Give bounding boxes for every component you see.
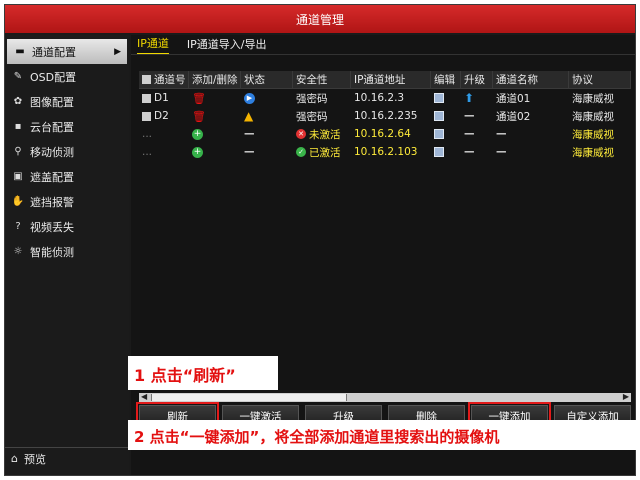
- ptz-icon: ▪: [14, 121, 22, 132]
- not-activated-icon: ✕: [296, 129, 306, 139]
- table-header-row: 通道号 添加/删除 状态 安全性 IP通道地址 编辑 升级 通道名称 协议: [139, 71, 631, 89]
- add-icon[interactable]: +: [192, 146, 203, 158]
- security-value: 强密码: [296, 110, 328, 123]
- motion-icon: ⚲: [14, 146, 22, 157]
- tab-ip-import-export[interactable]: IP通道导入/导出: [187, 36, 267, 54]
- sidebar-item-tamper[interactable]: ✋ 遮挡报警: [5, 189, 129, 214]
- sidebar-item-video-loss[interactable]: ? 视频丢失: [5, 214, 129, 239]
- dash-icon: —: [464, 128, 475, 140]
- header-protocol: 协议: [569, 71, 631, 88]
- sidebar-item-label: 视频丢失: [30, 220, 74, 234]
- edit-icon[interactable]: [434, 93, 444, 103]
- window-title: 通道管理: [5, 5, 635, 33]
- dash-icon: —: [464, 110, 475, 122]
- row-checkbox[interactable]: [142, 93, 151, 103]
- tab-bar: IP通道 IP通道导入/导出: [131, 35, 635, 55]
- protocol-value: 海康威视: [572, 146, 614, 159]
- ip-value: 10.16.2.235: [354, 110, 418, 122]
- channel-management-window: 通道管理 ▬ 通道配置 ▶ ✎ OSD配置 ✿ 图像配置 ▪ 云台配置 ⚲ 移动…: [4, 4, 636, 476]
- dash-icon: —: [244, 128, 255, 140]
- preview-label: 预览: [23, 452, 46, 466]
- ip-value: 10.16.2.103: [354, 146, 418, 158]
- edit-icon[interactable]: [434, 129, 444, 139]
- channel-name: 通道01: [496, 92, 531, 105]
- sidebar-item-motion[interactable]: ⚲ 移动侦测: [5, 139, 129, 164]
- sidebar-item-mask[interactable]: ▣ 遮盖配置: [5, 164, 129, 189]
- sidebar: ▬ 通道配置 ▶ ✎ OSD配置 ✿ 图像配置 ▪ 云台配置 ⚲ 移动侦测 ▣ …: [5, 35, 129, 475]
- sidebar-item-label: 遮盖配置: [30, 170, 74, 184]
- sidebar-item-image[interactable]: ✿ 图像配置: [5, 89, 129, 114]
- dash-icon: —: [496, 128, 507, 140]
- ip-value: 10.16.2.3: [354, 92, 405, 104]
- table-row[interactable]: D1 🗑 ▶ 强密码 10.16.2.3 ⬆ 通道01 海康威视: [139, 89, 631, 107]
- table-row[interactable]: D2 🗑 ▲ 强密码 10.16.2.235 — 通道02 海康威视: [139, 107, 631, 125]
- main-panel: IP通道 IP通道导入/导出 通道号 添加/删除 状态 安全性 IP通道地址 编…: [131, 35, 635, 475]
- delete-icon[interactable]: 🗑: [192, 110, 206, 123]
- security-value: 未激活: [309, 128, 341, 141]
- channel-value: ...: [142, 128, 153, 140]
- header-edit: 编辑: [431, 71, 461, 88]
- tamper-icon: ✋: [11, 196, 25, 207]
- sidebar-item-label: OSD配置: [30, 70, 77, 84]
- scroll-left-icon[interactable]: ◀: [141, 392, 147, 401]
- edit-icon[interactable]: [434, 147, 444, 157]
- image-icon: ✿: [13, 96, 23, 107]
- ip-value: 10.16.2.64: [354, 128, 411, 140]
- protocol-value: 海康威视: [572, 128, 614, 141]
- table-row[interactable]: ... + — ✕ 未激活 10.16.2.64 — — 海康威视: [139, 125, 631, 143]
- warning-icon: ▲: [244, 109, 254, 123]
- channel-table: 通道号 添加/删除 状态 安全性 IP通道地址 编辑 升级 通道名称 协议 D1…: [139, 71, 631, 161]
- sidebar-item-label: 移动侦测: [30, 145, 74, 159]
- security-value: 已激活: [309, 146, 341, 159]
- channel-icon: ▬: [15, 46, 25, 57]
- channel-name: 通道02: [496, 110, 531, 123]
- sidebar-item-ptz[interactable]: ▪ 云台配置: [5, 114, 129, 139]
- header-ip: IP通道地址: [351, 71, 431, 88]
- smart-icon: ☼: [13, 246, 23, 257]
- annotation-step-1: 1 点击“刷新”: [128, 356, 278, 390]
- header-add-delete: 添加/删除: [189, 71, 241, 88]
- table-row[interactable]: ... + — ✓ 已激活 10.16.2.103 — — 海康威视: [139, 143, 631, 161]
- chevron-right-icon: ▶: [114, 46, 121, 57]
- home-icon: ⌂: [11, 452, 18, 465]
- tab-ip-channel[interactable]: IP通道: [137, 35, 169, 54]
- preview-button[interactable]: ⌂ 预览: [5, 447, 129, 469]
- header-channel[interactable]: 通道号: [139, 71, 189, 88]
- sidebar-item-label: 云台配置: [30, 120, 74, 134]
- header-security: 安全性: [293, 71, 351, 88]
- activated-check-icon: ✓: [296, 147, 306, 157]
- sidebar-item-label: 图像配置: [30, 95, 74, 109]
- channel-value: ...: [142, 146, 153, 158]
- play-icon[interactable]: ▶: [244, 92, 255, 104]
- row-checkbox[interactable]: [142, 111, 151, 121]
- sidebar-item-smart[interactable]: ☼ 智能侦测: [5, 239, 129, 264]
- sidebar-item-label: 智能侦测: [30, 245, 74, 259]
- scrollbar-thumb[interactable]: [151, 394, 347, 401]
- osd-icon: ✎: [13, 71, 23, 82]
- mask-icon: ▣: [13, 171, 23, 182]
- annotation-step-2: 2 点击“一键添加”，将全部添加通道里搜索出的摄像机: [128, 420, 640, 450]
- security-value: 强密码: [296, 92, 328, 105]
- delete-icon[interactable]: 🗑: [192, 92, 206, 105]
- add-icon[interactable]: +: [192, 128, 203, 140]
- video-loss-icon: ?: [15, 221, 21, 232]
- dash-icon: —: [244, 146, 255, 158]
- scroll-right-icon[interactable]: ▶: [623, 392, 629, 401]
- header-name: 通道名称: [493, 71, 569, 88]
- dash-icon: —: [496, 146, 507, 158]
- select-all-checkbox[interactable]: [142, 75, 151, 84]
- upgrade-arrow-icon[interactable]: ⬆: [464, 91, 474, 105]
- edit-icon[interactable]: [434, 111, 444, 121]
- sidebar-item-label: 通道配置: [32, 45, 76, 59]
- horizontal-scrollbar[interactable]: ◀ ▶: [139, 392, 631, 402]
- header-upgrade: 升级: [461, 71, 493, 88]
- sidebar-item-label: 遮挡报警: [30, 195, 74, 209]
- sidebar-item-channel-config[interactable]: ▬ 通道配置 ▶: [7, 39, 127, 64]
- sidebar-item-osd[interactable]: ✎ OSD配置: [5, 64, 129, 89]
- protocol-value: 海康威视: [572, 92, 614, 105]
- protocol-value: 海康威视: [572, 110, 614, 123]
- header-status: 状态: [241, 71, 293, 88]
- dash-icon: —: [464, 146, 475, 158]
